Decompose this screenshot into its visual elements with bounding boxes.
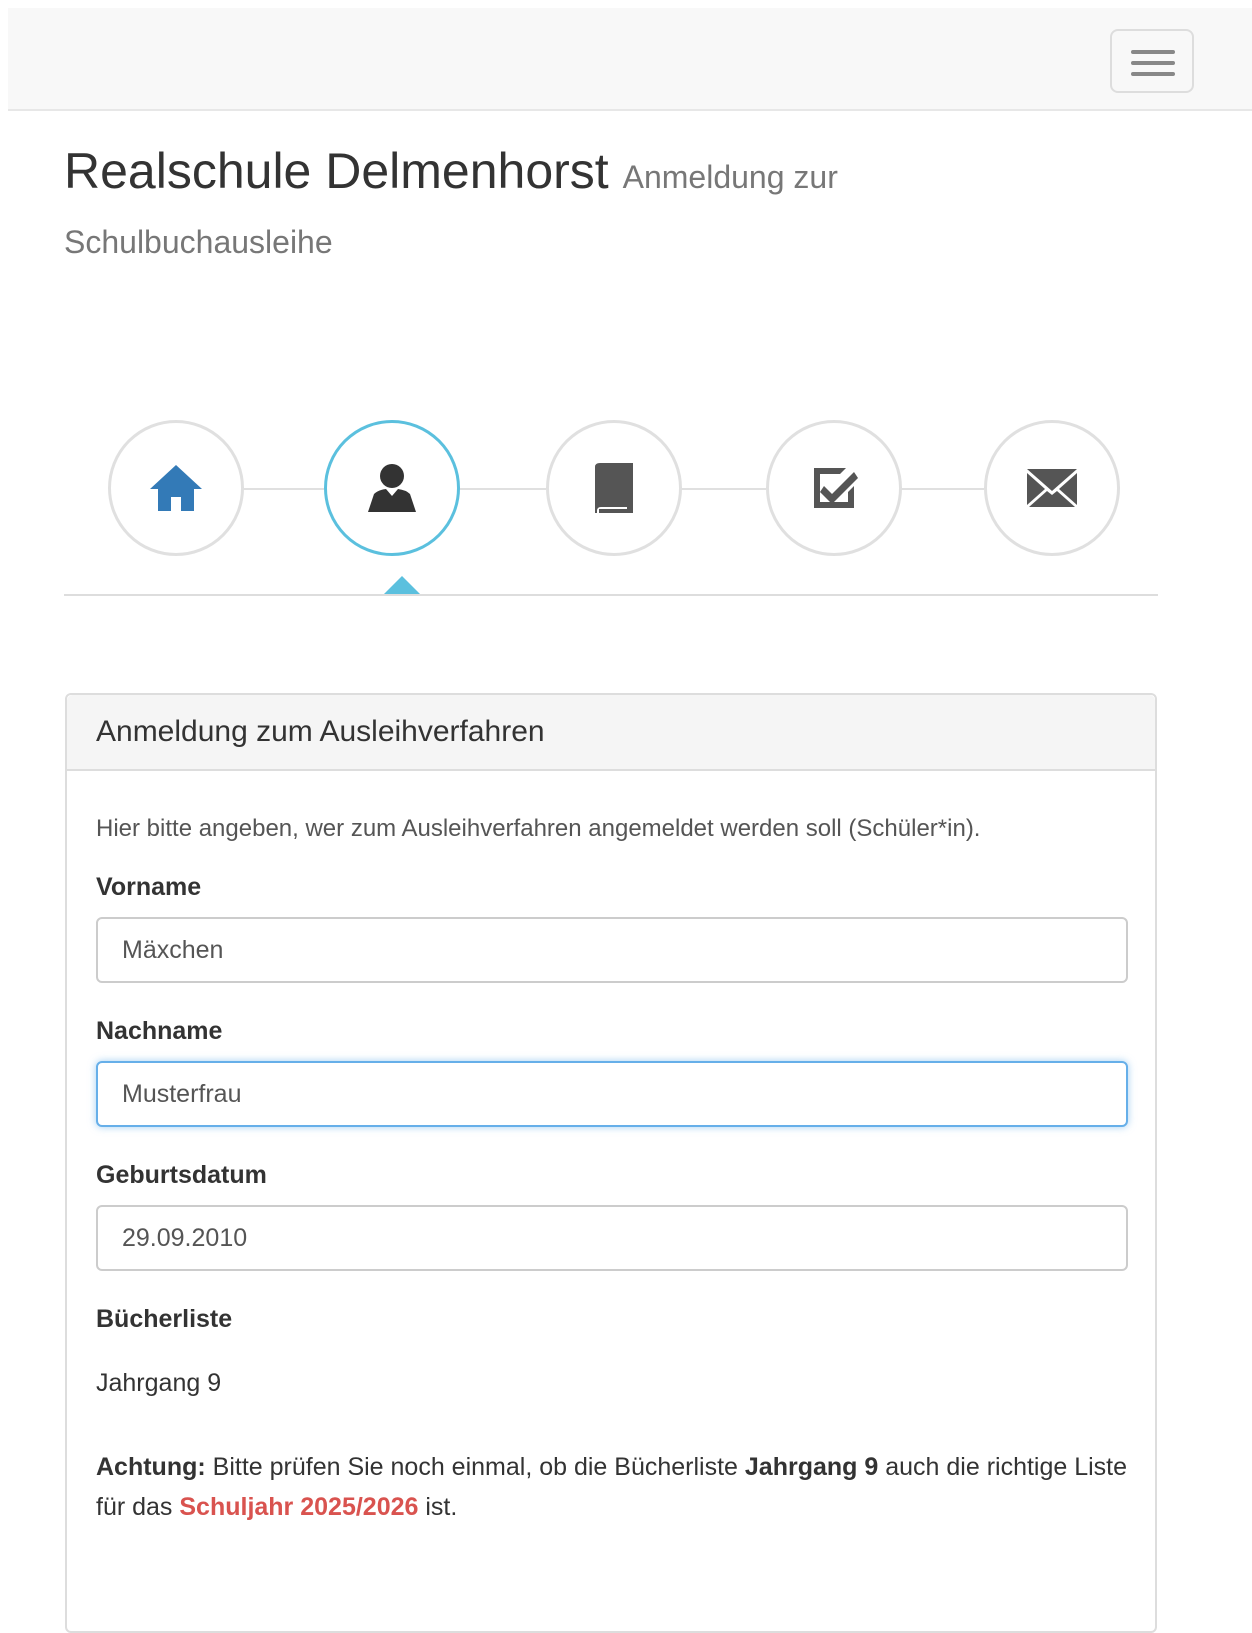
- notice-text-part3: ist.: [418, 1493, 458, 1521]
- step-books[interactable]: [546, 420, 682, 556]
- nachname-label: Nachname: [96, 1017, 223, 1045]
- buecherliste-label: Bücherliste: [96, 1305, 233, 1333]
- hamburger-menu-icon-bar: [1131, 72, 1175, 76]
- step-connector: [242, 488, 324, 490]
- notice-prefix: Achtung:: [96, 1453, 206, 1481]
- check-square-icon: [814, 468, 858, 508]
- notice-text-part1: Bitte prüfen Sie noch einmal, ob die Büc…: [205, 1453, 745, 1481]
- panel-title: Anmeldung zum Ausleihverfahren: [67, 695, 1155, 771]
- step-connector: [458, 488, 546, 490]
- notice-schuljahr: Schuljahr 2025/2026: [179, 1493, 419, 1521]
- page-subtitle: Anmeldung zur: [622, 159, 838, 195]
- book-icon: [595, 463, 633, 513]
- intro-text: Hier bitte angeben, wer zum Ausleihverfa…: [96, 815, 981, 842]
- page-subtitle-line2: Schulbuchausleihe: [64, 224, 333, 260]
- navbar-toggle-button[interactable]: [1110, 29, 1194, 93]
- buecherliste-value: Jahrgang 9: [96, 1369, 222, 1397]
- notice-text: Achtung: Bitte prüfen Sie noch einmal, o…: [96, 1447, 1136, 1527]
- home-icon: [150, 465, 202, 511]
- geburtsdatum-field[interactable]: [96, 1205, 1128, 1271]
- vorname-label: Vorname: [96, 873, 202, 901]
- envelope-icon: [1027, 469, 1077, 507]
- school-name: Realschule Delmenhorst: [64, 143, 609, 199]
- geburtsdatum-label: Geburtsdatum: [96, 1161, 267, 1189]
- wizard-steps: [64, 420, 1158, 596]
- step-connector: [898, 488, 984, 490]
- hamburger-menu-icon: [1131, 50, 1175, 54]
- step-send[interactable]: [984, 420, 1120, 556]
- active-step-indicator: [384, 576, 420, 594]
- nachname-field[interactable]: [96, 1061, 1128, 1127]
- vorname-field[interactable]: [96, 917, 1128, 983]
- step-personal-data[interactable]: [324, 420, 460, 556]
- registration-panel: Anmeldung zum Ausleihverfahren Hier bitt…: [65, 693, 1157, 1633]
- step-home[interactable]: [108, 420, 244, 556]
- step-connector: [678, 488, 766, 490]
- hamburger-menu-icon-bar: [1131, 61, 1175, 65]
- notice-jahrgang: Jahrgang 9: [744, 1453, 879, 1481]
- user-icon: [368, 464, 416, 512]
- page-title: Realschule Delmenhorst Anmeldung zur: [64, 140, 1064, 208]
- steps-baseline: [64, 594, 1158, 596]
- step-confirm[interactable]: [766, 420, 902, 556]
- navbar: [8, 8, 1252, 111]
